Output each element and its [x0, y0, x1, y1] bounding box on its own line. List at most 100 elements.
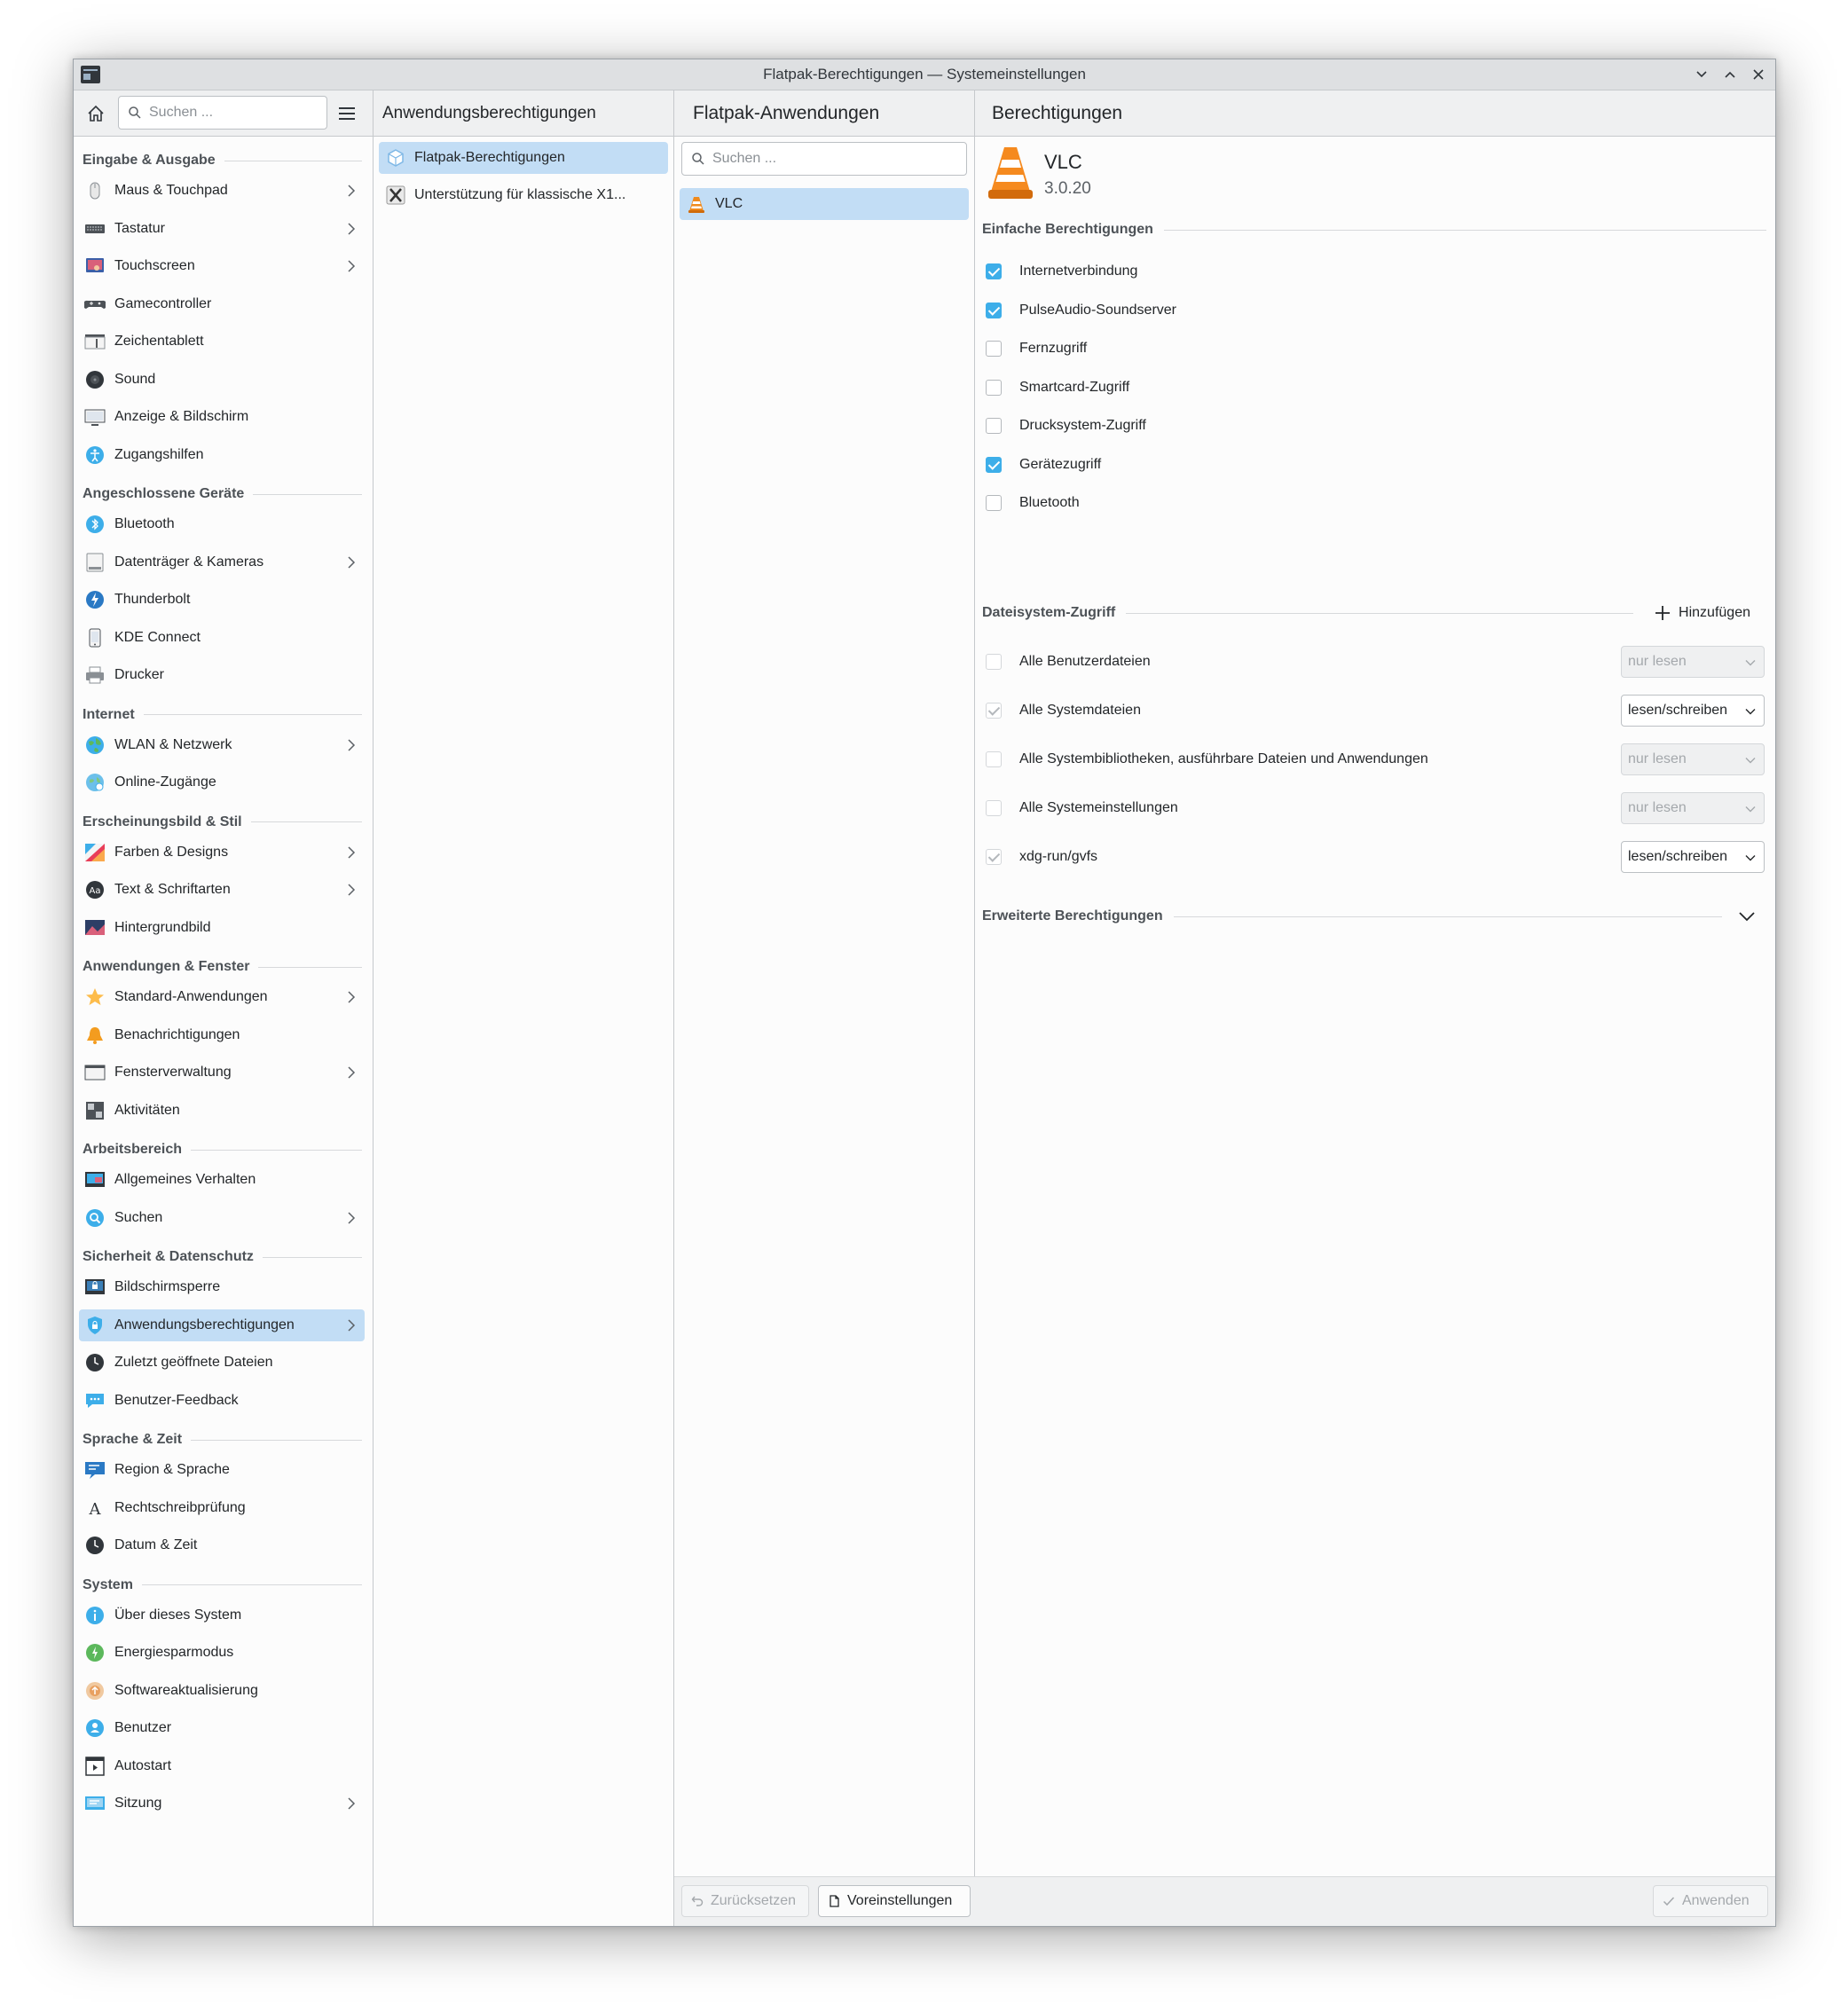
- sidebar-item-standard-anwendungen[interactable]: Standard-Anwendungen: [79, 981, 365, 1013]
- vlc-icon: [688, 197, 704, 213]
- info-icon: [86, 1606, 104, 1624]
- list-item-x11-support[interactable]: Unterstützung für klassische X1...: [379, 179, 668, 211]
- filesystem-permission-row[interactable]: Alle Systemeinstellungen: [986, 795, 1607, 821]
- filesystem-permission-row[interactable]: Alle Systemdateien: [986, 697, 1607, 724]
- basic-permission-row[interactable]: Gerätezugriff: [986, 452, 1765, 478]
- sidebar-item-maus-touchpad[interactable]: Maus & Touchpad: [79, 175, 365, 207]
- sidebar-item-kde-connect[interactable]: KDE Connect: [79, 622, 365, 654]
- sidebar-item-suchen[interactable]: Suchen: [79, 1202, 365, 1234]
- filesystem-checkbox[interactable]: [986, 654, 1002, 670]
- filesystem-checkbox[interactable]: [986, 751, 1002, 767]
- sidebar-item-sound[interactable]: Sound: [79, 364, 365, 396]
- chevron-right-icon: [345, 990, 358, 1004]
- filesystem-permission-row[interactable]: Alle Systembibliotheken, ausführbare Dat…: [986, 746, 1607, 773]
- update-icon: [86, 1681, 104, 1700]
- sidebar-item-hintergrundbild[interactable]: Hintergrundbild: [79, 912, 365, 944]
- filesystem-permission-row[interactable]: xdg-run/gvfs: [986, 844, 1607, 870]
- sidebar-item-fensterverwaltung[interactable]: Fensterverwaltung: [79, 1057, 365, 1089]
- sidebar-section-heading: Arbeitsbereich: [83, 1139, 362, 1160]
- list-item-label: Unterstützung für klassische X1...: [414, 187, 626, 202]
- basic-permission-row[interactable]: Smartcard-Zugriff: [986, 374, 1765, 401]
- permission-checkbox[interactable]: [986, 379, 1002, 396]
- sidebar-item-farben-designs[interactable]: Farben & Designs: [79, 837, 365, 868]
- sidebar-item-sitzung[interactable]: Sitzung: [79, 1788, 365, 1819]
- access-mode-select[interactable]: nur lesen: [1621, 646, 1765, 678]
- expand-advanced-button[interactable]: [1736, 906, 1758, 927]
- sidebar-item-rechtschreibprüfung[interactable]: A Rechtschreibprüfung: [79, 1492, 365, 1524]
- sidebar-item-text-schriftarten[interactable]: Aa Text & Schriftarten: [79, 874, 365, 906]
- sidebar-item-anwendungsberechtigungen[interactable]: Anwendungsberechtigungen: [79, 1309, 365, 1341]
- sidebar-item-bildschirmsperre[interactable]: Bildschirmsperre: [79, 1271, 365, 1303]
- basic-permission-row[interactable]: Bluetooth: [986, 490, 1765, 516]
- sidebar-item-zuletzt-geöffnete-dateien[interactable]: Zuletzt geöffnete Dateien: [79, 1347, 365, 1379]
- sidebar-item-online-zugänge[interactable]: Online-Zugänge: [79, 766, 365, 798]
- sidebar-item-benutzer[interactable]: Benutzer: [79, 1712, 365, 1744]
- permission-checkbox[interactable]: [986, 263, 1002, 279]
- add-filesystem-button[interactable]: Hinzufügen: [1647, 600, 1758, 626]
- home-button[interactable]: [83, 100, 109, 127]
- desktop-icon: [85, 1172, 105, 1187]
- filesystem-checkbox[interactable]: [986, 800, 1002, 816]
- basic-permission-row[interactable]: Fernzugriff: [986, 335, 1765, 362]
- defaults-button[interactable]: Voreinstellungen: [818, 1885, 971, 1917]
- menu-button[interactable]: [336, 103, 358, 124]
- access-mode-select[interactable]: lesen/schreiben: [1621, 695, 1765, 727]
- sidebar-item-allgemeines-verhalten[interactable]: Allgemeines Verhalten: [79, 1164, 365, 1196]
- access-mode-select[interactable]: nur lesen: [1621, 743, 1765, 775]
- sidebar-item-label: Farben & Designs: [114, 844, 229, 860]
- close-button[interactable]: [1750, 67, 1766, 83]
- sidebar-item-benutzer-feedback[interactable]: Benutzer-Feedback: [79, 1385, 365, 1417]
- sidebar-item-touchscreen[interactable]: Touchscreen: [79, 250, 365, 282]
- permission-checkbox[interactable]: [986, 302, 1002, 318]
- filesystem-permission-row[interactable]: Alle Benutzerdateien: [986, 648, 1607, 675]
- access-mode-select[interactable]: nur lesen: [1621, 792, 1765, 824]
- sidebar-item-anzeige-bildschirm[interactable]: Anzeige & Bildschirm: [79, 401, 365, 433]
- app-search-input[interactable]: [712, 151, 966, 167]
- sidebar-item-softwareaktualisierung[interactable]: Softwareaktualisierung: [79, 1675, 365, 1707]
- access-mode-select[interactable]: lesen/schreiben: [1621, 841, 1765, 873]
- sidebar-item-datenträger-kameras[interactable]: Datenträger & Kameras: [79, 546, 365, 578]
- sidebar-item-zugangshilfen[interactable]: Zugangshilfen: [79, 439, 365, 471]
- basic-permission-row[interactable]: PulseAudio-Soundserver: [986, 297, 1765, 324]
- permission-checkbox[interactable]: [986, 456, 1002, 473]
- list-item-flatpak-permissions[interactable]: Flatpak-Berechtigungen: [379, 142, 668, 174]
- sidebar-item-label: Softwareaktualisierung: [114, 1682, 258, 1698]
- filesystem-checkbox[interactable]: [986, 849, 1002, 865]
- sidebar-item-bluetooth[interactable]: Bluetooth: [79, 508, 365, 540]
- font-icon: Aa: [86, 881, 104, 899]
- sidebar-item-gamecontroller[interactable]: Gamecontroller: [79, 288, 365, 320]
- sidebar-item-benachrichtigungen[interactable]: Benachrichtigungen: [79, 1019, 365, 1051]
- sidebar-item-über-dieses-system[interactable]: Über dieses System: [79, 1599, 365, 1631]
- basic-permission-row[interactable]: Internetverbindung: [986, 258, 1765, 285]
- sidebar-item-autostart[interactable]: Autostart: [79, 1750, 365, 1782]
- chevron-right-icon: [345, 259, 358, 273]
- filesystem-checkbox[interactable]: [986, 703, 1002, 719]
- chevron-down-icon: [1739, 912, 1755, 922]
- permission-checkbox[interactable]: [986, 495, 1002, 511]
- sidebar-search-input[interactable]: [149, 105, 326, 121]
- sidebar-item-tastatur[interactable]: Tastatur: [79, 213, 365, 245]
- sidebar-item-thunderbolt[interactable]: Thunderbolt: [79, 584, 365, 616]
- sidebar-item-datum-zeit[interactable]: Datum & Zeit: [79, 1529, 365, 1561]
- permission-checkbox[interactable]: [986, 341, 1002, 357]
- sidebar-item-region-sprache[interactable]: Region & Sprache: [79, 1454, 365, 1486]
- sidebar-item-zeichentablett[interactable]: Zeichentablett: [79, 326, 365, 358]
- filesystem-label: xdg-run/gvfs: [1019, 849, 1098, 864]
- reset-button[interactable]: Zurücksetzen: [681, 1885, 809, 1917]
- basic-permission-row[interactable]: Drucksystem-Zugriff: [986, 413, 1765, 439]
- chevron-up-icon: [1725, 71, 1735, 78]
- minimize-button[interactable]: [1694, 67, 1710, 83]
- apply-button[interactable]: Anwenden: [1653, 1885, 1768, 1917]
- sidebar-item-energiesparmodus[interactable]: Energiesparmodus: [79, 1637, 365, 1669]
- sidebar-search-box[interactable]: [118, 96, 327, 130]
- system-settings-icon[interactable]: [81, 66, 100, 83]
- maximize-button[interactable]: [1722, 67, 1738, 83]
- app-list-item-vlc[interactable]: VLC: [680, 188, 969, 220]
- sidebar-item-label: Anwendungsberechtigungen: [114, 1316, 295, 1332]
- permission-checkbox[interactable]: [986, 418, 1002, 434]
- app-search-box[interactable]: [681, 142, 967, 176]
- sidebar-item-aktivitäten[interactable]: Aktivitäten: [79, 1095, 365, 1127]
- sidebar-item-drucker[interactable]: Drucker: [79, 659, 365, 691]
- sidebar-item-wlan-netzwerk[interactable]: WLAN & Netzwerk: [79, 729, 365, 761]
- sidebar-item-label: Hintergrundbild: [114, 919, 211, 935]
